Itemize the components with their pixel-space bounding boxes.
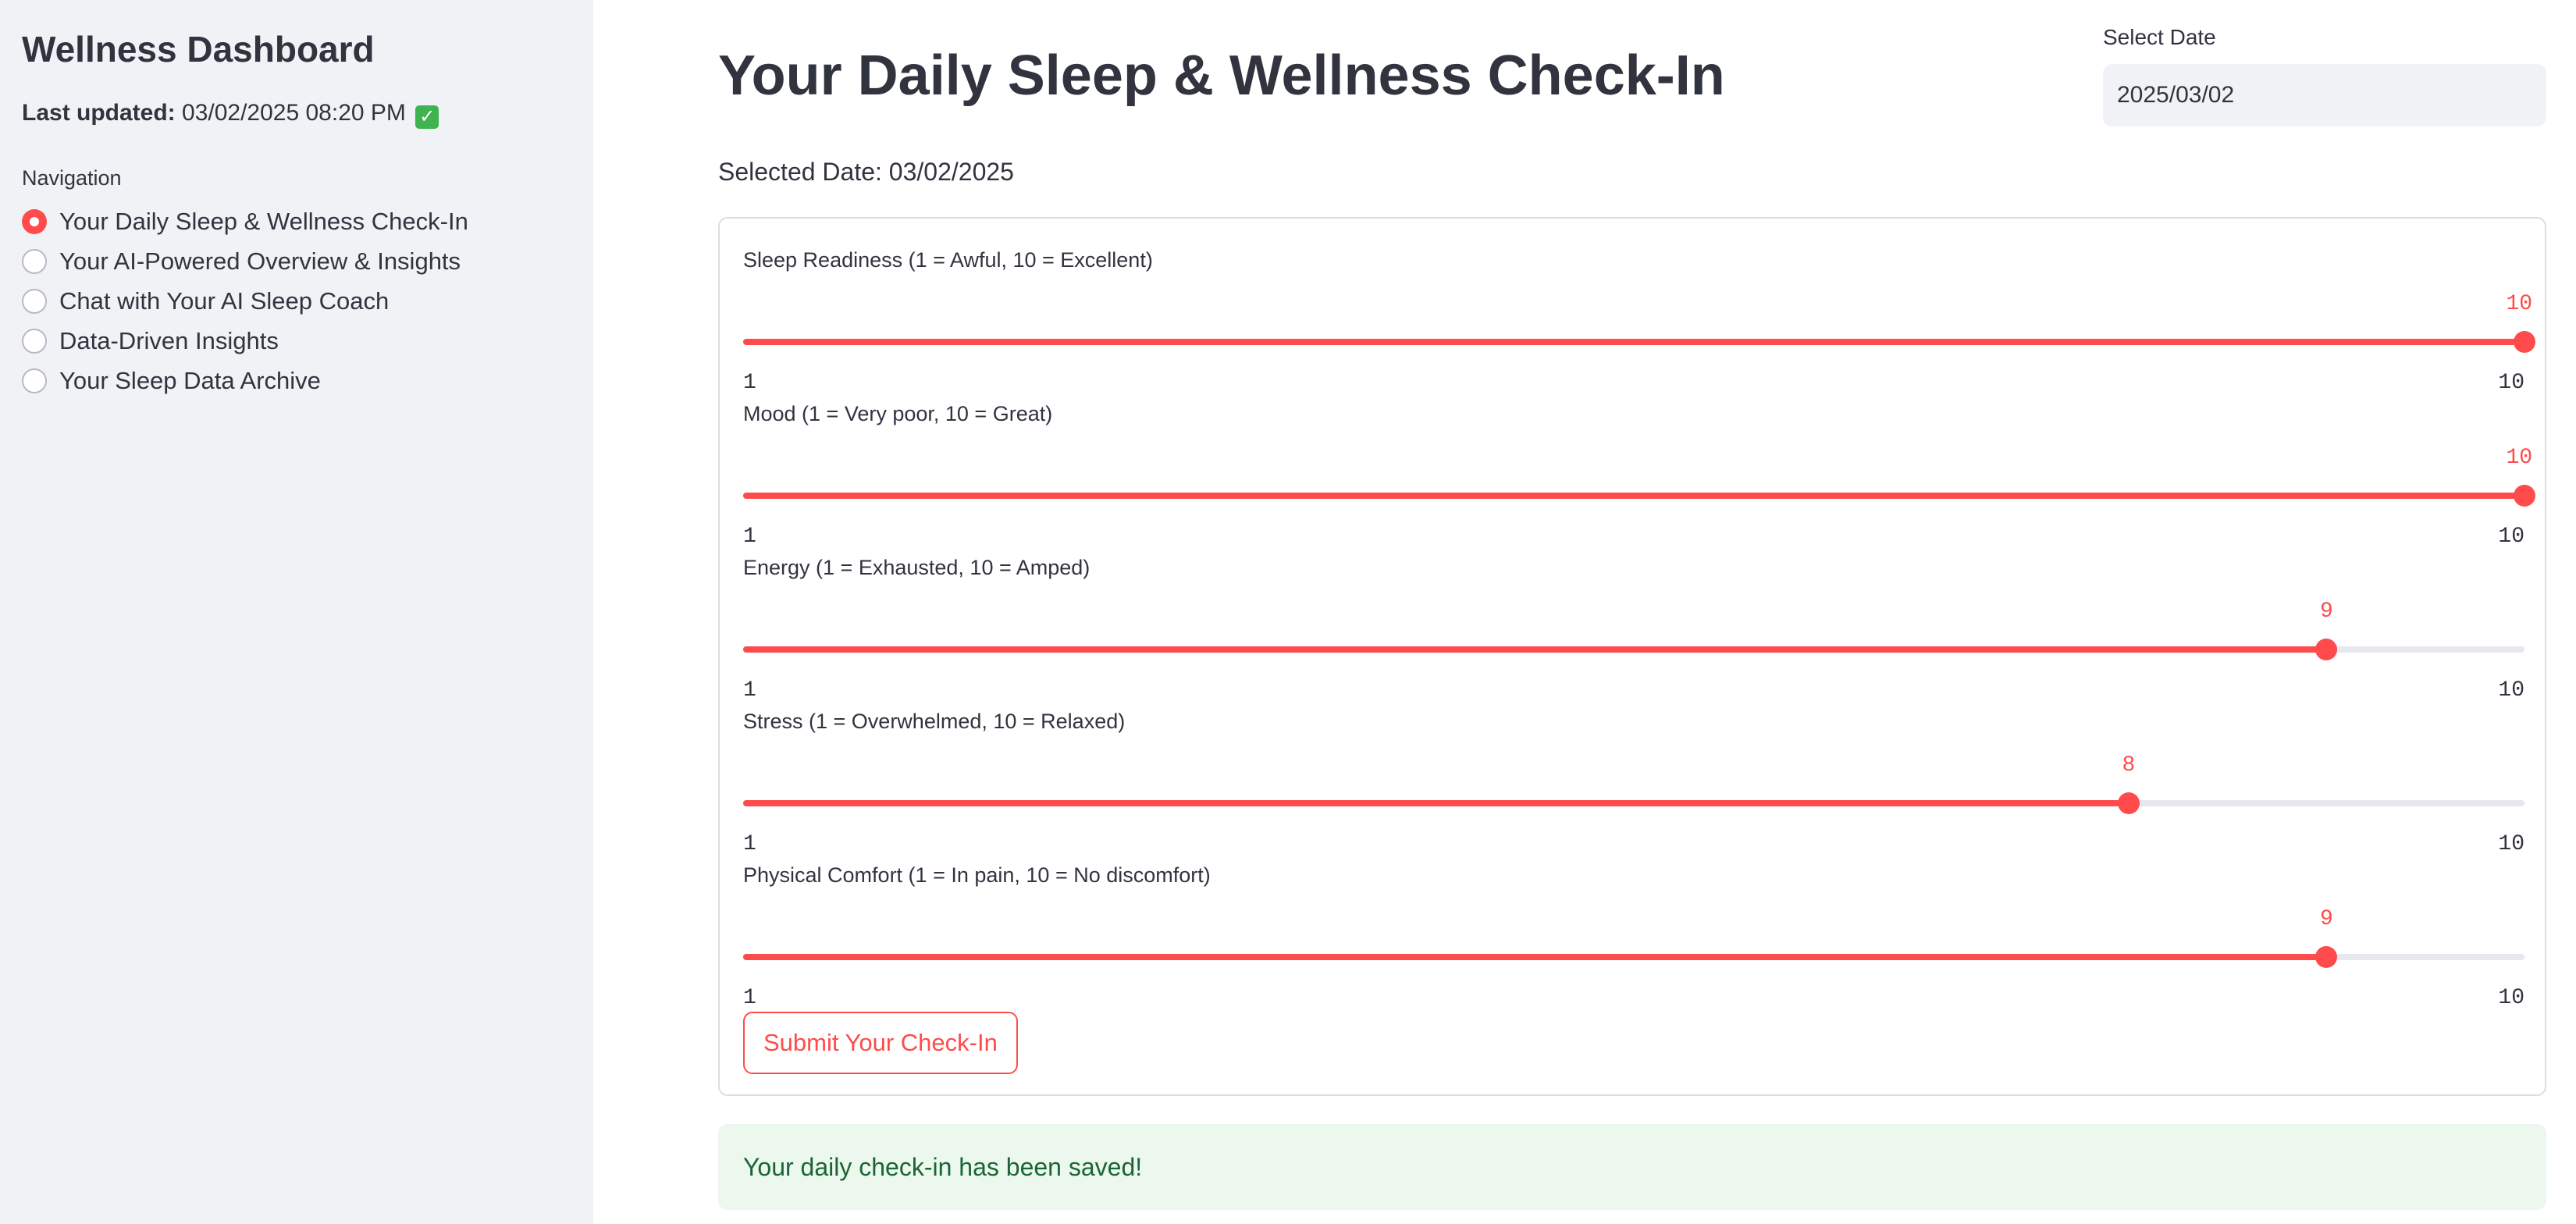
slider-stress: Stress (1 = Overwhelmed, 10 = Relaxed) 8… (743, 710, 2524, 856)
slider-thumb[interactable] (2315, 639, 2338, 660)
navigation-radio-group: Your Daily Sleep & Wellness Check-In You… (22, 201, 571, 400)
nav-item-ai-overview[interactable]: Your AI-Powered Overview & Insights (22, 241, 571, 281)
radio-unselected-icon[interactable] (22, 248, 47, 274)
main-content: Your Daily Sleep & Wellness Check-In Sel… (593, 0, 2576, 1224)
slider-max: 10 (2498, 371, 2524, 395)
slider-track[interactable]: 9 (743, 907, 2524, 968)
sidebar: Wellness Dashboard Last updated: 03/02/2… (0, 0, 593, 1224)
slider-fill (743, 493, 2524, 499)
nav-item-daily-check-in[interactable]: Your Daily Sleep & Wellness Check-In (22, 201, 571, 241)
slider-value: 9 (2320, 907, 2333, 931)
slider-min: 1 (743, 525, 756, 549)
nav-item-label: Your Sleep Data Archive (59, 366, 321, 394)
slider-min: 1 (743, 832, 756, 856)
slider-thumb[interactable] (2514, 485, 2535, 507)
date-label: Select Date (2103, 25, 2216, 49)
nav-item-label: Chat with Your AI Sleep Coach (59, 286, 390, 315)
slider-label: Physical Comfort (1 = In pain, 10 = No d… (743, 863, 1211, 887)
last-updated-value: 03/02/2025 08:20 PM (182, 100, 406, 126)
nav-item-label: Data-Driven Insights (59, 326, 279, 354)
slider-thumb[interactable] (2117, 792, 2140, 814)
slider-value: 8 (2122, 753, 2136, 777)
slider-track[interactable]: 10 (743, 446, 2535, 507)
slider-label: Stress (1 = Overwhelmed, 10 = Relaxed) (743, 710, 1126, 733)
sidebar-title: Wellness Dashboard (22, 29, 375, 69)
slider-min: 1 (743, 678, 756, 703)
radio-unselected-icon[interactable] (22, 368, 47, 393)
radio-unselected-icon[interactable] (22, 328, 47, 354)
slider-thumb[interactable] (2514, 331, 2535, 353)
slider-fill (743, 646, 2327, 653)
radio-unselected-icon[interactable] (22, 288, 47, 314)
nav-item-data-archive[interactable]: Your Sleep Data Archive (22, 361, 571, 400)
nav-item-label: Your Daily Sleep & Wellness Check-In (59, 207, 468, 235)
slider-mood: Mood (1 = Very poor, 10 = Great) 10 1 10 (743, 402, 2535, 549)
slider-label: Sleep Readiness (1 = Awful, 10 = Excelle… (743, 248, 1153, 272)
slider-label: Mood (1 = Very poor, 10 = Great) (743, 402, 1053, 425)
slider-track[interactable]: 9 (743, 600, 2524, 660)
slider-energy: Energy (1 = Exhausted, 10 = Amped) 9 1 1… (743, 556, 2524, 703)
slider-track[interactable]: 8 (743, 753, 2524, 814)
nav-item-data-insights[interactable]: Data-Driven Insights (22, 321, 571, 361)
date-input[interactable] (2103, 64, 2546, 126)
submit-check-in-button[interactable]: Submit Your Check-In (743, 1012, 1018, 1074)
last-updated-label: Last updated: (22, 100, 176, 126)
slider-max: 10 (2498, 678, 2524, 703)
slider-track[interactable]: 10 (743, 292, 2535, 353)
last-updated: Last updated: 03/02/2025 08:20 PM ✓ (22, 100, 571, 129)
slider-thumb[interactable] (2315, 946, 2338, 968)
slider-fill (743, 954, 2327, 960)
check-in-form: Sleep Readiness (1 = Awful, 10 = Excelle… (718, 217, 2546, 1096)
slider-value: 10 (2506, 446, 2533, 470)
slider-min: 1 (743, 371, 756, 395)
slider-fill (743, 800, 2129, 806)
slider-fill (743, 339, 2524, 345)
nav-item-label: Your AI-Powered Overview & Insights (59, 247, 461, 275)
nav-item-ai-sleep-coach[interactable]: Chat with Your AI Sleep Coach (22, 281, 571, 321)
page-title: Your Daily Sleep & Wellness Check-In (718, 44, 1725, 107)
navigation-label: Navigation (22, 166, 122, 190)
check-mark-emoji-icon: ✓ (415, 105, 439, 129)
slider-max: 10 (2498, 986, 2524, 1010)
slider-max: 10 (2498, 525, 2524, 549)
slider-sleep-readiness: Sleep Readiness (1 = Awful, 10 = Excelle… (743, 248, 2535, 395)
slider-min: 1 (743, 986, 756, 1010)
success-alert: Your daily check-in has been saved! (718, 1124, 2546, 1210)
success-message: Your daily check-in has been saved! (743, 1152, 1143, 1181)
slider-value: 9 (2320, 600, 2333, 624)
slider-max: 10 (2498, 832, 2524, 856)
slider-label: Energy (1 = Exhausted, 10 = Amped) (743, 556, 1091, 579)
radio-selected-icon[interactable] (22, 208, 47, 234)
slider-value: 10 (2506, 292, 2533, 316)
slider-physical-comfort: Physical Comfort (1 = In pain, 10 = No d… (743, 863, 2524, 1010)
selected-date-text: Selected Date: 03/02/2025 (718, 158, 1014, 186)
